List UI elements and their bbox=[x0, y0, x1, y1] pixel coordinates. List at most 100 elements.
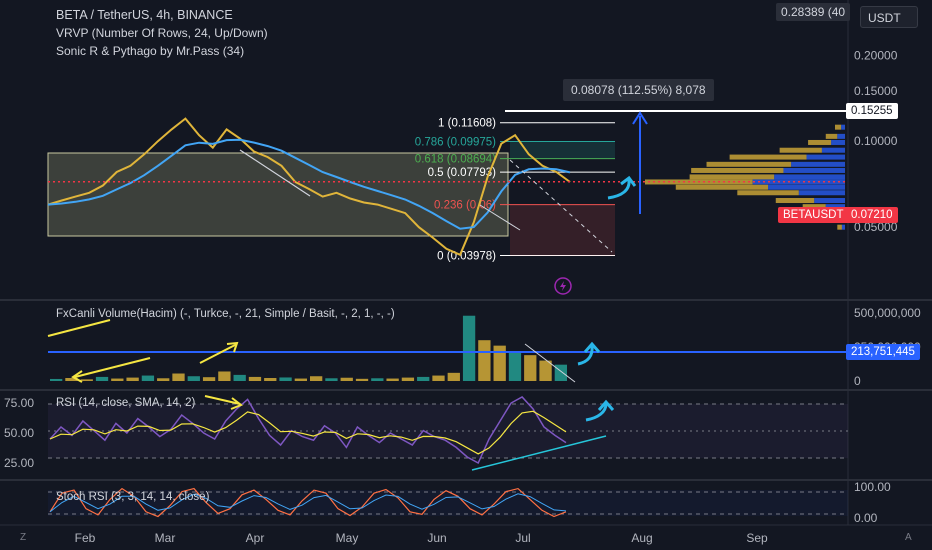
fib-level-label: 0 (0.03978) bbox=[437, 251, 496, 263]
stoch-indicator-title[interactable]: Stoch RSI (3, 3, 14, 14, close) bbox=[56, 491, 209, 503]
volume-bar bbox=[218, 371, 231, 381]
volume-bar bbox=[417, 376, 430, 381]
volume-bar bbox=[264, 378, 277, 381]
volume-bar bbox=[478, 340, 491, 381]
fib-level-label: 0.5 (0.07793) bbox=[428, 167, 497, 179]
yellow-annotation bbox=[47, 319, 111, 337]
vp-up-bar bbox=[768, 184, 845, 190]
vp-down-bar bbox=[729, 154, 807, 160]
volume-tick-label: 500,000,000 bbox=[854, 306, 921, 320]
vp-down-bar bbox=[808, 139, 832, 145]
vp-up-bar bbox=[831, 139, 845, 145]
price-tick-label: 0.20000 bbox=[854, 48, 898, 62]
rsi-tick-label: 25.00 bbox=[4, 456, 34, 470]
vp-down-bar bbox=[779, 147, 822, 153]
stoch-tick-label: 0.00 bbox=[854, 511, 878, 525]
volume-bar bbox=[141, 375, 155, 381]
vp-up-bar bbox=[841, 224, 845, 230]
time-axis[interactable]: Feb Mar Apr May Jun Jul Aug Sep bbox=[75, 531, 768, 545]
volume-indicator-title[interactable]: FxCanli Volume(Hacim) (-, Turkce, -, 21,… bbox=[56, 308, 395, 320]
volume-bar bbox=[340, 377, 353, 381]
time-tick-label: Sep bbox=[746, 531, 768, 545]
vp-down-bar bbox=[837, 224, 842, 230]
vp-down-bar bbox=[689, 174, 775, 180]
price-tick-label: 0.15000 bbox=[854, 84, 898, 98]
volume-tick-label: 0 bbox=[854, 374, 861, 388]
vp-up-bar bbox=[841, 124, 845, 130]
volume-bar bbox=[233, 374, 246, 381]
volume-bar bbox=[386, 378, 399, 381]
time-tick-label: Feb bbox=[75, 531, 96, 545]
volume-bar bbox=[157, 378, 170, 381]
fib-level-label: 1 (0.11608) bbox=[438, 118, 496, 130]
volume-bar bbox=[355, 378, 369, 381]
time-tick-label: Jul bbox=[515, 531, 530, 545]
volume-bar bbox=[539, 360, 552, 381]
vp-down-bar bbox=[835, 124, 842, 130]
volume-bar bbox=[279, 377, 292, 381]
volume-bar bbox=[248, 376, 262, 381]
indicator-vrvp[interactable]: VRVP (Number Of Rows, 24, Up/Down) bbox=[56, 26, 268, 40]
vp-up-bar bbox=[791, 161, 845, 167]
volume-bar bbox=[554, 364, 567, 381]
vp-down-bar bbox=[675, 184, 769, 190]
volume-bar bbox=[50, 378, 63, 381]
rsi-tick-label: 50.00 bbox=[4, 426, 34, 440]
vp-up-bar bbox=[783, 167, 845, 173]
time-tick-label: Apr bbox=[246, 531, 265, 545]
volume-bar bbox=[371, 378, 384, 381]
volume-bar bbox=[325, 378, 338, 381]
volume-bar bbox=[172, 373, 185, 381]
auto-scale-icon[interactable]: A bbox=[905, 532, 912, 543]
yellow-arrow bbox=[74, 357, 151, 378]
time-tick-label: Aug bbox=[631, 531, 652, 545]
volume-bar bbox=[462, 315, 476, 381]
rsi-tick-label: 75.00 bbox=[4, 396, 34, 410]
timezone-icon[interactable]: Z bbox=[20, 532, 26, 543]
volume-bar bbox=[294, 378, 307, 381]
rsi-indicator-title[interactable]: RSI (14, close, SMA, 14, 2) bbox=[56, 397, 195, 409]
stoch-tick-label: 100.00 bbox=[854, 480, 891, 494]
time-tick-label: May bbox=[336, 531, 359, 545]
volume-bar bbox=[493, 345, 506, 381]
vp-up-bar bbox=[774, 174, 845, 180]
projection-arrow bbox=[607, 179, 631, 200]
price-tick-label: 0.10000 bbox=[854, 134, 898, 148]
volume-bar bbox=[95, 376, 109, 381]
currency-selector[interactable]: USDT bbox=[860, 6, 918, 28]
volume-bar bbox=[111, 378, 124, 381]
volume-bar bbox=[202, 377, 216, 381]
volume-bar bbox=[187, 376, 200, 381]
volume-bar bbox=[401, 377, 415, 381]
volume-bar bbox=[80, 379, 93, 381]
top-price-tag: 0.28389 (40 bbox=[776, 3, 851, 21]
lightning-icon[interactable] bbox=[554, 277, 572, 295]
vp-down-bar bbox=[691, 167, 784, 173]
vp-up-bar bbox=[798, 190, 845, 196]
time-tick-label: Mar bbox=[155, 531, 176, 545]
vp-down-bar bbox=[706, 161, 792, 167]
yellow-arrow bbox=[199, 343, 238, 364]
vp-down-bar bbox=[737, 190, 799, 196]
volume-bar bbox=[524, 355, 537, 381]
volume-bar bbox=[432, 375, 445, 381]
volume-line-tag: 213,751,445 bbox=[846, 344, 920, 360]
chart-title: BETA / TetherUS, 4h, BINANCE bbox=[56, 8, 233, 22]
fib-zone bbox=[510, 204, 615, 256]
fib-level-label: 0.786 (0.09975) bbox=[415, 137, 496, 149]
volume-bar bbox=[310, 376, 323, 381]
projection-arrow bbox=[577, 345, 594, 366]
volume-bar bbox=[447, 372, 460, 381]
vp-down-bar bbox=[775, 198, 815, 204]
measure-callout: 0.08078 (112.55%) 8,078 bbox=[563, 79, 714, 101]
volume-bar bbox=[508, 351, 522, 381]
vp-up-bar bbox=[806, 154, 845, 160]
vp-up-bar bbox=[821, 147, 845, 153]
target-price-tag: 0.15255 bbox=[846, 103, 898, 119]
symbol-tag: BETAUSDT bbox=[778, 207, 849, 223]
indicator-sonic-r[interactable]: Sonic R & Pythago by Mr.Pass (34) bbox=[56, 44, 244, 58]
time-tick-label: Jun bbox=[427, 531, 446, 545]
volume-bar bbox=[126, 377, 139, 381]
chart-canvas[interactable]: 1 (0.11608) 0.786 (0.09975) 0.618 (0.08694… bbox=[0, 0, 932, 550]
vp-up-bar bbox=[837, 133, 845, 139]
